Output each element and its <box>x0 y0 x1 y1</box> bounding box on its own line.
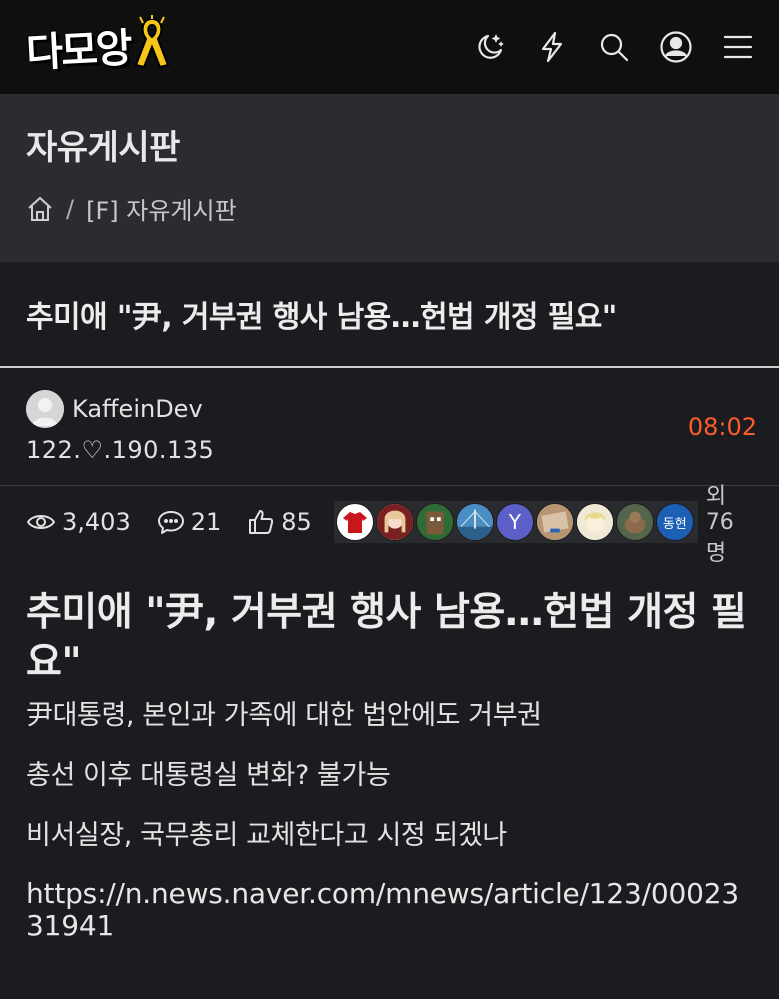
menu-icon[interactable] <box>721 30 755 64</box>
user-circle-icon[interactable] <box>659 30 693 64</box>
liker-avatar[interactable] <box>455 503 494 541</box>
stats-row: 3,403 21 85 Y 동현 외 76명 <box>0 484 779 566</box>
animal-photo-icon <box>616 504 653 540</box>
post-title-bar: 추미애 "尹, 거부권 행사 남용…헌법 개정 필요" <box>0 262 779 368</box>
liker-avatar-y[interactable]: Y <box>495 503 534 541</box>
comments-stat[interactable]: 21 <box>157 508 222 536</box>
liker-avatar[interactable] <box>575 503 614 541</box>
breadcrumb-separator: / <box>66 194 75 223</box>
liker-avatar[interactable] <box>535 503 574 541</box>
logo-text: 다모앙 <box>25 25 132 77</box>
views-count: 3,403 <box>62 508 131 536</box>
liker-avatar[interactable] <box>375 503 414 541</box>
likers-avatars[interactable]: Y 동현 <box>333 501 698 543</box>
content-heading: 추미애 "尹, 거부권 행사 남용…헌법 개정 필요" <box>26 590 747 685</box>
thumbs-up-icon <box>249 510 274 534</box>
liker-avatar[interactable] <box>415 503 454 541</box>
views-stat: 3,403 <box>26 508 131 536</box>
home-icon[interactable] <box>26 195 54 223</box>
comments-count: 21 <box>190 508 222 536</box>
post-title: 추미애 "尹, 거부권 행사 남용…헌법 개정 필요" <box>26 300 617 335</box>
document-photo-icon <box>536 504 573 540</box>
author-info: KaffeinDev 122.♡.190.135 <box>26 389 215 464</box>
comment-icon <box>157 511 184 534</box>
liker-avatar[interactable] <box>615 503 654 541</box>
board-header: 자유게시판 / [F] 자유게시판 <box>0 94 779 262</box>
author-name[interactable]: KaffeinDev <box>72 395 203 423</box>
news-article-link[interactable]: https://n.news.naver.com/mnews/article/1… <box>26 878 753 942</box>
red-sweater-icon <box>342 512 367 533</box>
post-content: 추미애 "尹, 거부권 행사 남용…헌법 개정 필요" 尹대통령, 본인과 가족… <box>0 588 779 942</box>
lightning-icon[interactable] <box>535 30 569 64</box>
likes-stat[interactable]: 85 <box>247 508 312 536</box>
author-ip: 122.♡.190.135 <box>26 435 215 464</box>
content-paragraph: 비서실장, 국무총리 교체한다고 시정 되겠나 <box>26 820 507 851</box>
top-icons <box>473 30 755 64</box>
board-title[interactable]: 자유게시판 <box>26 120 753 169</box>
search-icon[interactable] <box>597 30 631 64</box>
likers-more[interactable]: 외 76명 <box>706 478 753 567</box>
anime-character-icon <box>576 504 613 540</box>
post-time: 08:02 <box>687 412 757 441</box>
yellow-ribbon-icon <box>135 15 170 69</box>
content-paragraph: 尹대통령, 본인과 가족에 대한 법안에도 거부권 <box>26 700 542 731</box>
default-avatar-icon <box>26 389 64 428</box>
site-logo[interactable]: 다모앙 <box>25 12 172 82</box>
breadcrumb: / [F] 자유게시판 <box>26 191 753 226</box>
liker-initial: 동현 <box>662 516 687 532</box>
bridge-photo-icon <box>456 504 493 540</box>
moon-stars-icon[interactable] <box>473 30 507 64</box>
person-photo-icon <box>376 504 413 540</box>
breadcrumb-current[interactable]: [F] 자유게시판 <box>86 191 237 226</box>
top-bar: 다모앙 <box>0 0 779 94</box>
liker-initial: Y <box>508 510 521 534</box>
game-character-icon <box>416 504 453 540</box>
liker-avatar-donghyun[interactable]: 동현 <box>655 503 694 541</box>
liker-avatar[interactable] <box>335 503 374 541</box>
likes-count: 85 <box>281 508 312 536</box>
eye-icon <box>27 515 55 529</box>
content-paragraph: 총선 이후 대통령실 변화? 불가능 <box>26 760 391 791</box>
avatar[interactable] <box>26 389 64 428</box>
author-row: KaffeinDev 122.♡.190.135 08:02 <box>0 368 779 486</box>
